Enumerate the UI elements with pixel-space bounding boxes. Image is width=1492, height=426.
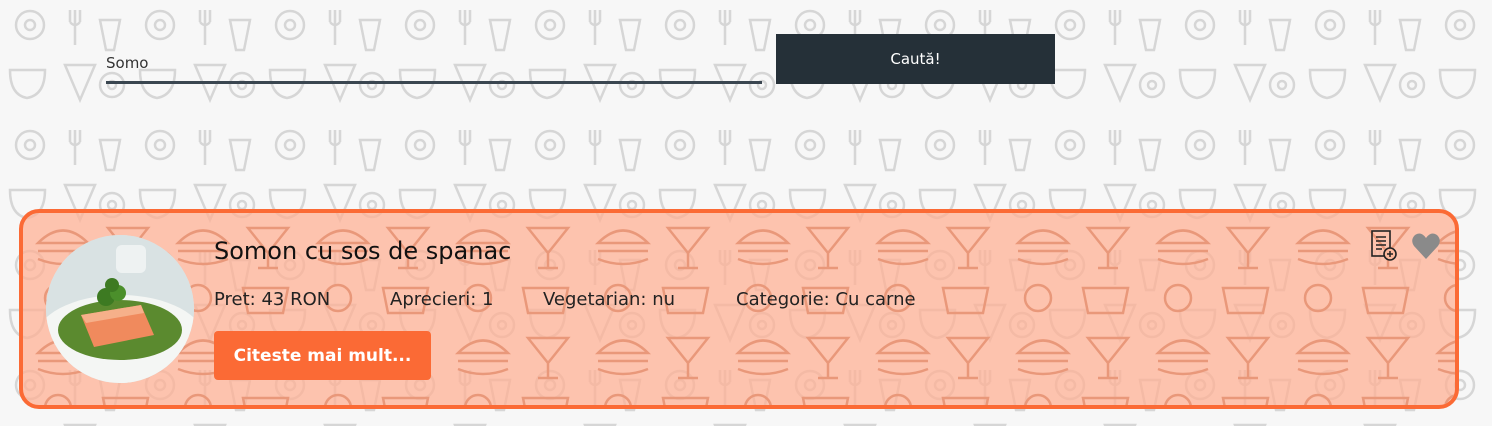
recipe-title: Somon cu sos de spanac — [214, 237, 512, 265]
recipe-price: Pret: 43 RON — [214, 289, 331, 310]
read-more-button[interactable]: Citeste mai mult... — [214, 331, 431, 380]
recipe-likes: Aprecieri: 1 — [390, 289, 494, 310]
add-to-list-icon[interactable] — [1369, 229, 1399, 263]
recipe-image — [46, 235, 194, 383]
recipe-vegetarian: Vegetarian: nu — [543, 289, 676, 310]
search-button[interactable]: Caută! — [776, 34, 1055, 84]
search-bar — [106, 34, 762, 88]
recipe-card: Somon cu sos de spanac Pret: 43 RON Apre… — [19, 209, 1459, 409]
search-input[interactable] — [106, 44, 762, 84]
heart-icon[interactable] — [1411, 229, 1441, 263]
recipe-category: Categorie: Cu carne — [736, 289, 916, 310]
